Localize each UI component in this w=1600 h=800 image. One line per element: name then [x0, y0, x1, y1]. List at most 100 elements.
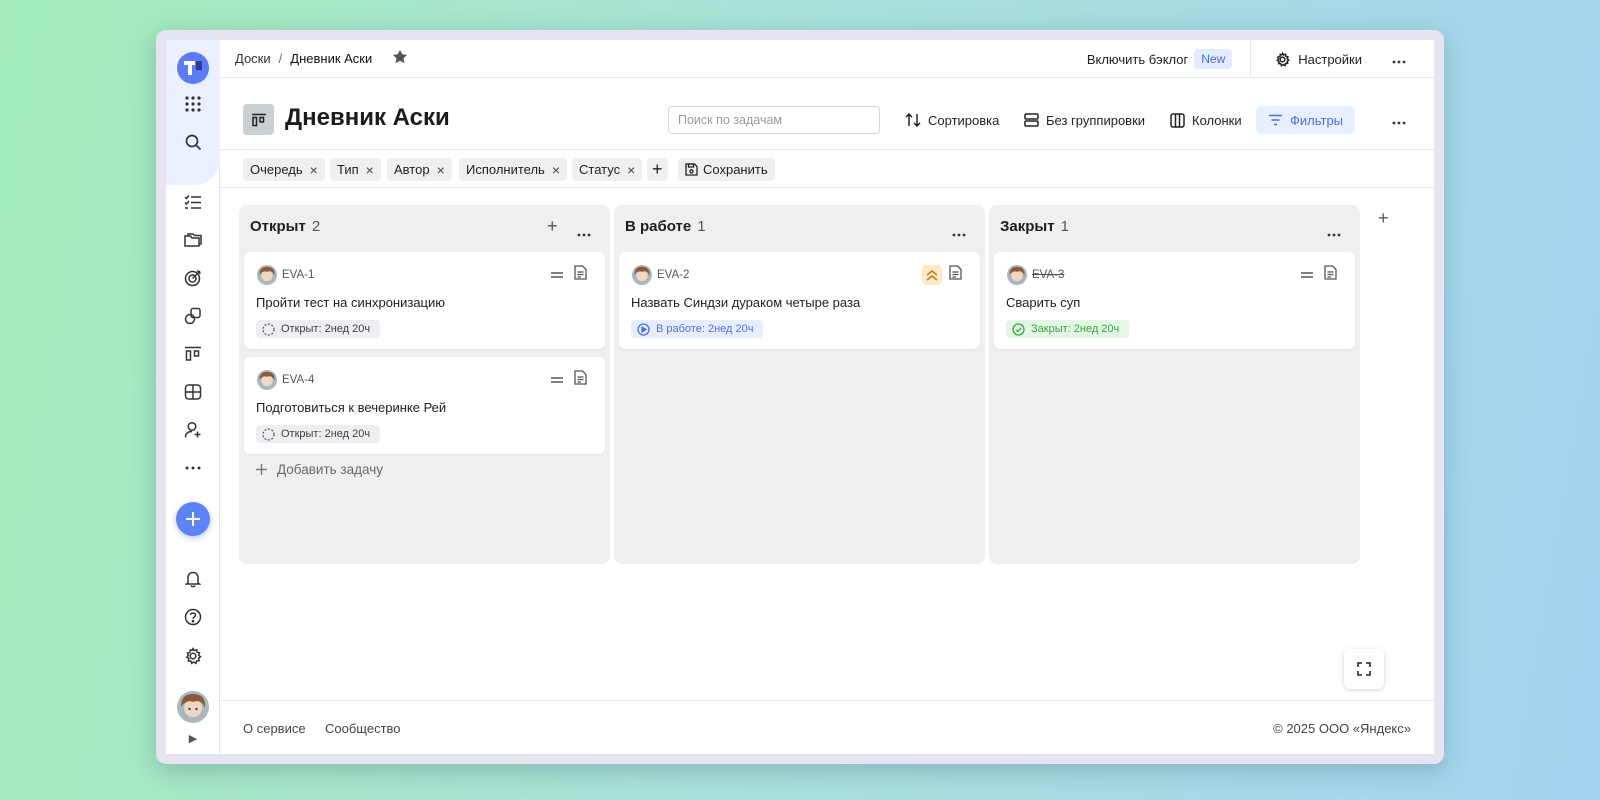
more-icon[interactable] — [166, 452, 220, 484]
filter-chip-author[interactable]: Автор × — [387, 158, 452, 181]
favorite-star-icon[interactable] — [392, 49, 408, 68]
document-icon — [574, 265, 587, 285]
breadcrumb-boards-link[interactable]: Доски — [235, 51, 271, 66]
sort-label: Сортировка — [928, 112, 1000, 128]
save-label: Сохранить — [703, 162, 768, 177]
status-badge: Открыт: 2нед 20ч — [256, 425, 381, 443]
column-in-progress: В работе 1 EVA-2 Назвать Синдзи дураком ч… — [614, 205, 985, 564]
column-count: 2 — [311, 218, 321, 235]
remove-chip-icon[interactable]: × — [310, 162, 318, 178]
filter-chip-assignee[interactable]: Исполнитель × — [459, 158, 568, 181]
goals-icon[interactable] — [166, 262, 220, 294]
board-header: Дневник Аски Сортировка Без группировки … — [220, 78, 1434, 150]
column-count: 1 — [1060, 218, 1069, 235]
enable-backlog-button[interactable]: Включить бэклог — [1087, 52, 1188, 67]
settings-button[interactable]: Настройки — [1275, 51, 1362, 67]
assignee-avatar — [257, 265, 277, 285]
about-link[interactable]: О сервисе — [243, 721, 306, 736]
add-user-icon[interactable] — [166, 414, 220, 446]
top-more-icon[interactable] — [1392, 52, 1406, 67]
header-more-icon[interactable] — [1392, 112, 1406, 130]
apps-grid-icon[interactable] — [166, 88, 220, 120]
filters-button[interactable]: Фильтры — [1256, 106, 1356, 134]
column-title: Открыт 2 — [250, 218, 321, 235]
assignee-avatar — [632, 265, 652, 285]
sidebar: ▶ — [166, 40, 220, 754]
column-more-icon[interactable] — [1327, 224, 1341, 242]
status-open-icon — [262, 427, 275, 441]
projects-icon[interactable] — [166, 300, 220, 332]
priority-normal-icon — [547, 265, 567, 285]
search-input[interactable] — [668, 106, 880, 134]
task-key[interactable]: EVA-1 — [282, 269, 314, 281]
column-more-icon[interactable] — [952, 224, 966, 242]
boards-icon[interactable] — [166, 338, 220, 370]
filter-chip-queue[interactable]: Очередь × — [243, 158, 325, 181]
bell-icon[interactable] — [166, 563, 220, 595]
filters-label: Фильтры — [1290, 112, 1344, 128]
status-open-icon — [262, 322, 275, 336]
columns-label: Колонки — [1192, 112, 1242, 128]
add-task-button[interactable]: Добавить задачу — [256, 462, 383, 477]
chip-label: Исполнитель — [466, 162, 545, 177]
sort-button[interactable]: Сортировка — [905, 106, 999, 134]
assignee-avatar — [257, 370, 277, 390]
add-filter-button[interactable]: + — [647, 158, 668, 181]
tables-icon[interactable] — [166, 376, 220, 408]
remove-chip-icon[interactable]: × — [627, 162, 635, 178]
filter-chip-type[interactable]: Тип × — [330, 158, 381, 181]
column-closed: Закрыт 1 EVA-3 Сварить суп Закрыт: 2нед 2… — [989, 205, 1360, 564]
breadcrumb-separator: / — [278, 51, 283, 66]
columns-icon — [1170, 112, 1185, 128]
task-key[interactable]: EVA-4 — [282, 374, 314, 386]
document-icon — [949, 265, 962, 285]
assignee-avatar — [1007, 265, 1027, 285]
tracker-logo-icon[interactable] — [177, 52, 209, 84]
priority-normal-icon — [547, 370, 567, 390]
remove-chip-icon[interactable]: × — [552, 162, 560, 178]
document-icon — [1324, 265, 1337, 285]
task-card-eva-4[interactable]: EVA-4 Подготовиться к вечеринке Рей Откр… — [244, 357, 605, 454]
task-key[interactable]: EVA-3 — [1032, 269, 1064, 281]
grouping-button[interactable]: Без группировки — [1024, 106, 1145, 134]
settings-label: Настройки — [1298, 51, 1362, 67]
task-card-eva-1[interactable]: EVA-1 Пройти тест на синхронизацию Откры… — [244, 252, 605, 349]
status-closed-icon — [1012, 322, 1025, 336]
chip-label: Автор — [394, 162, 430, 177]
plus-icon — [256, 464, 267, 475]
task-card-eva-3[interactable]: EVA-3 Сварить суп Закрыт: 2нед 20ч — [994, 252, 1355, 349]
column-add-task-icon[interactable]: + — [547, 216, 558, 237]
task-card-eva-2[interactable]: EVA-2 Назвать Синдзи дураком четыре раза… — [619, 252, 980, 349]
filter-bar: Очередь × Тип × Автор × Исполнитель × Статус… — [220, 150, 1434, 188]
folders-icon[interactable] — [166, 224, 220, 256]
status-badge: В работе: 2нед 20ч — [631, 320, 764, 338]
search-icon[interactable] — [166, 126, 220, 158]
filter-chip-status[interactable]: Статус × — [572, 158, 643, 181]
divider — [1250, 40, 1252, 78]
help-icon[interactable] — [166, 601, 220, 633]
breadcrumb-current: Дневник Аски — [290, 51, 373, 66]
remove-chip-icon[interactable]: × — [437, 162, 445, 178]
filter-icon — [1269, 114, 1282, 126]
column-open: Открыт 2 + EVA-1 Пройти тест на синхрониз… — [239, 205, 610, 564]
community-link[interactable]: Сообщество — [325, 721, 401, 736]
columns-button[interactable]: Колонки — [1170, 106, 1242, 134]
board-icon — [243, 104, 274, 135]
save-filters-button[interactable]: Сохранить — [678, 158, 775, 181]
column-more-icon[interactable] — [577, 224, 591, 242]
gear-icon[interactable] — [166, 640, 220, 672]
tracker-app: ▶ Доски / Дневник Аски Включить бэклог N… — [166, 40, 1434, 754]
tasks-list-icon[interactable] — [166, 186, 220, 218]
new-badge: New — [1194, 49, 1233, 69]
add-column-button[interactable]: + — [1378, 208, 1389, 229]
status-badge: Открыт: 2нед 20ч — [256, 320, 381, 338]
expand-sidebar-icon[interactable]: ▶ — [166, 722, 220, 754]
create-button[interactable] — [176, 502, 210, 536]
task-key[interactable]: EVA-2 — [657, 269, 689, 281]
user-avatar[interactable] — [177, 691, 209, 723]
remove-chip-icon[interactable]: × — [366, 162, 374, 178]
task-title: Назвать Синдзи дураком четыре раза — [631, 295, 861, 310]
fullscreen-icon[interactable] — [1344, 649, 1384, 689]
top-bar-actions: Включить бэклог New Настройки — [1087, 40, 1434, 78]
sort-icon — [905, 113, 921, 127]
